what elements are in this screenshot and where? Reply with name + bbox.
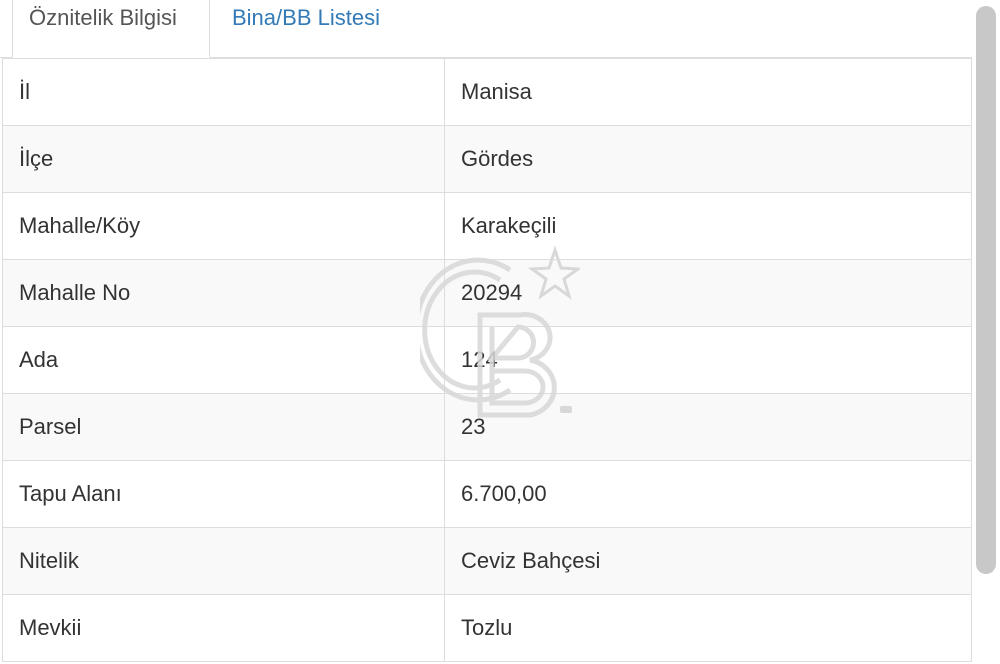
tab-bina-bb-listesi[interactable]: Bina/BB Listesi	[232, 0, 380, 58]
row-value: Gördes	[444, 125, 972, 193]
row-value: 124	[444, 326, 972, 394]
row-value: Ceviz Bahçesi	[444, 527, 972, 595]
row-label: Mevkii	[2, 594, 445, 662]
row-label: İl	[2, 58, 445, 126]
table-row: Mevkii Tozlu	[2, 594, 972, 662]
attribute-table-container: İl Manisa İlçe Gördes Mahalle/Köy Karake…	[2, 58, 972, 664]
table-row: Nitelik Ceviz Bahçesi	[2, 527, 972, 595]
row-label: Nitelik	[2, 527, 445, 595]
table-row: Ada 124	[2, 326, 972, 394]
row-value: Tozlu	[444, 594, 972, 662]
table-row: Tapu Alanı 6.700,00	[2, 460, 972, 528]
row-label: Mahalle No	[2, 259, 445, 327]
attribute-table: İl Manisa İlçe Gördes Mahalle/Köy Karake…	[2, 58, 972, 662]
row-label: Ada	[2, 326, 445, 394]
row-label: Mahalle/Köy	[2, 192, 445, 260]
row-value: Manisa	[444, 58, 972, 126]
table-row: Mahalle No 20294	[2, 259, 972, 327]
table-row: İl Manisa	[2, 58, 972, 126]
row-value: 6.700,00	[444, 460, 972, 528]
row-label: İlçe	[2, 125, 445, 193]
row-value: Karakeçili	[444, 192, 972, 260]
scrollbar-thumb[interactable]	[976, 6, 996, 574]
tab-bar: Öznitelik Bilgisi Bina/BB Listesi	[0, 0, 972, 58]
tab-oznitelik-bilgisi[interactable]: Öznitelik Bilgisi	[12, 0, 210, 58]
row-label: Parsel	[2, 393, 445, 461]
table-row: İlçe Gördes	[2, 125, 972, 193]
row-label: Tapu Alanı	[2, 460, 445, 528]
row-value: 23	[444, 393, 972, 461]
table-row: Parsel 23	[2, 393, 972, 461]
row-value: 20294	[444, 259, 972, 327]
table-row: Mahalle/Köy Karakeçili	[2, 192, 972, 260]
